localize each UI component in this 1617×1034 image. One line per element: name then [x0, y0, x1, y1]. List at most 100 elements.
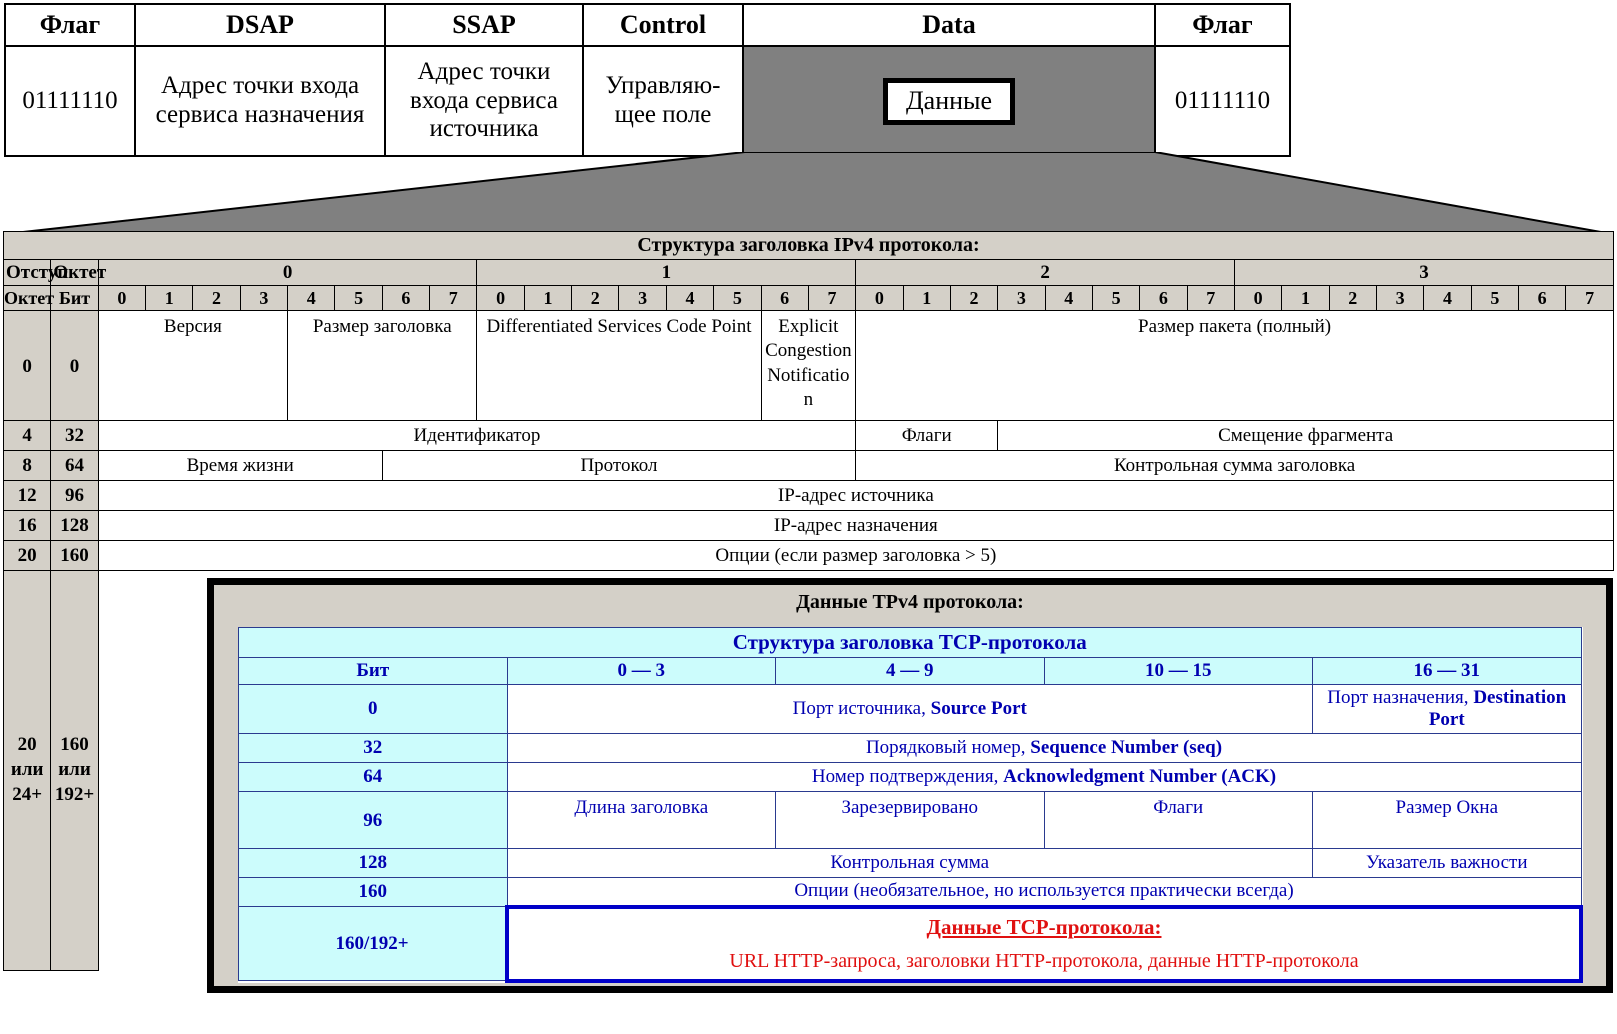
ipv4-bit-9: 1 [523, 285, 573, 311]
ipv4-field-version: Версия [97, 310, 289, 421]
ipv4-row-3: 12 96 IP-адрес источника [2, 480, 1615, 511]
ipv4-bit-22: 6 [1139, 285, 1188, 311]
ipv4-title: Структура заголовка IPv4 протокола: [3, 231, 1614, 260]
ipv4-row-2: 8 64 Время жизни Протокол Контрольная су… [2, 450, 1614, 481]
ipv4-bit-3: 3 [239, 285, 289, 311]
tcp-col-10-15: 10 — 15 [1043, 657, 1313, 685]
tcp-field-data-offset: Длина заголовка [506, 791, 776, 849]
tcp-field-dest-port: Порт назначения, Destination Port [1312, 684, 1582, 734]
ipv4-bit-14: 6 [760, 285, 809, 311]
tcp-field-ack-number-ru: Номер подтверждения, [811, 766, 1004, 787]
ipv4-field-ihl: Размер заголовка [287, 310, 478, 421]
diagram-canvas: Флаг DSAP SSAP Control Data Флаг 0111111… [0, 0, 1617, 1034]
tcp-title-row: Структура заголовка TCP-протокола [238, 627, 1582, 658]
tcp-table-title: Структура заголовка TCP-протокола [238, 627, 1582, 658]
ipv4-bit-19: 3 [997, 285, 1046, 311]
ipv4-bit-16: 0 [855, 285, 904, 311]
tcp-payload-box: Данные TPv4 протокола: Структура заголов… [207, 578, 1613, 993]
ipv4-bit-6: 6 [381, 285, 431, 311]
ipv4-bit-10: 2 [571, 285, 620, 311]
data-payload-chip: Данные [882, 77, 1016, 126]
ipv4-bit-12: 4 [665, 285, 715, 311]
tcp-row-payload: 160/192+ Данные TCP-протокола: URL HTTP-… [238, 904, 1583, 983]
ipv4-row5-bit: 160 [50, 540, 99, 571]
ipv4-corner-octet: Октет [50, 259, 106, 286]
tcp-payload-heading: Данные TCP-протокола: [926, 914, 1162, 939]
ipv4-octet-group-0: 0 [97, 259, 478, 286]
ipv4-payload-bit: 160 или 192+ [50, 570, 99, 971]
tcp-row-0: 0 Порт источника, Source Port Порт назна… [238, 684, 1582, 734]
ipv4-field-dst-address: IP-адрес назначения [97, 510, 1615, 541]
ipv4-bit-29: 5 [1470, 285, 1520, 311]
llc-body-row: 01111110 Адрес точки входа сервиса назна… [4, 45, 1291, 157]
tcp-row4-bit: 128 [238, 848, 508, 878]
ipv4-row-4: 16 128 IP-адрес назначения [2, 510, 1615, 541]
ipv4-field-flags: Флаги [855, 420, 999, 451]
ipv4-bit-21: 5 [1091, 285, 1141, 311]
ipv4-bit-4: 4 [287, 285, 336, 311]
ipv4-corner-offset: Отступ [2, 259, 68, 286]
tcp-field-sequence-number: Порядковый номер, Sequence Number (seq) [506, 733, 1582, 763]
ipv4-octet-group-2: 2 [855, 259, 1235, 286]
llc-cell-control: Управляю-щее поле [582, 45, 744, 157]
ipv4-field-src-address: IP-адрес источника [97, 480, 1615, 511]
ipv4-row1-offset: 4 [2, 420, 52, 451]
llc-cell-flag-right: 01111110 [1154, 45, 1291, 157]
tcp-field-ack-number-en: Acknowledgment Number (ACK) [1003, 766, 1277, 787]
tcp-field-tcp-options: Опции (необязательное, но используется п… [506, 877, 1582, 907]
ipv4-bit-17: 1 [902, 285, 951, 311]
ipv4-bit-26: 2 [1328, 285, 1377, 311]
ipv4-bit-8: 0 [476, 285, 525, 311]
tcp-header-table: Структура заголовка TCP-протокола Бит 0 … [238, 627, 1583, 983]
llc-header-flag-left: Флаг [4, 3, 136, 47]
tcp-row-4: 128 Контрольная сумма Указатель важности [238, 848, 1582, 878]
tcp-section-title: Данные TPv4 протокола: [796, 591, 1024, 613]
ipv4-field-ecn: Explicit Congestion Notificatio n [760, 310, 857, 421]
tcp-col-16-31: 16 — 31 [1312, 657, 1582, 685]
ipv4-field-fragment-offset: Смещение фрагмента [997, 420, 1614, 451]
ipv4-bit-2: 2 [192, 285, 241, 311]
tcp-row3-bit: 96 [238, 791, 508, 849]
tcp-field-sequence-number-ru: Порядковый номер, [865, 737, 1031, 758]
ipv4-row2-bit: 64 [50, 450, 99, 481]
tcp-row-1: 32 Порядковый номер, Sequence Number (se… [238, 733, 1582, 763]
ipv4-octet-group-row: Отступ Октет 0 1 2 3 [2, 259, 1615, 286]
ipv4-payload-offset: 20 или 24+ [2, 570, 52, 971]
tcp-col-4-9: 4 — 9 [775, 657, 1045, 685]
llc-header-ssap: SSAP [384, 3, 584, 47]
tcp-field-checksum: Контрольная сумма [506, 848, 1313, 878]
ipv4-bit-15: 7 [807, 285, 857, 311]
tcp-field-ack-number: Номер подтверждения, Acknowledgment Numb… [506, 762, 1582, 792]
tcp-row1-bit: 32 [238, 733, 508, 763]
tcp-colheader-row: Бит 0 — 3 4 — 9 10 — 15 16 — 31 [238, 657, 1582, 685]
ipv4-octet-group-3: 3 [1233, 259, 1615, 286]
tcp-field-dest-port-ru: Порт назначения, [1327, 687, 1474, 708]
ipv4-corner-octet2: Октет [2, 285, 54, 311]
llc-header-flag-right: Флаг [1154, 3, 1291, 47]
tcp-row0-bit: 0 [238, 684, 508, 734]
llc-header-data: Data [742, 3, 1156, 47]
ipv4-row-1: 4 32 Идентификатор Флаги Смещение фрагме… [2, 420, 1614, 451]
llc-cell-data: Данные [743, 45, 1155, 156]
llc-frame-table: Флаг DSAP SSAP Control Data Флаг 0111111… [4, 3, 1291, 157]
ipv4-row-5: 20 160 Опции (если размер заголовка > 5) [2, 540, 1615, 571]
ipv4-bit-0: 0 [97, 285, 147, 311]
tcp-row-2: 64 Номер подтверждения, Acknowledgment N… [238, 762, 1582, 792]
ipv4-field-protocol: Протокол [381, 450, 857, 481]
ipv4-row4-offset: 16 [2, 510, 52, 541]
ipv4-field-total-length: Размер пакета (полный) [855, 310, 1614, 421]
ipv4-bit-24: 0 [1233, 285, 1283, 311]
ipv4-field-header-checksum: Контрольная сумма заголовка [855, 450, 1614, 481]
ipv4-field-options: Опции (если размер заголовка > 5) [97, 540, 1615, 571]
ipv4-row0-bit: 0 [50, 310, 99, 421]
ipv4-bit-1: 1 [145, 285, 194, 311]
tcp-field-sequence-number-en: Sequence Number (seq) [1030, 737, 1223, 758]
ipv4-field-ttl: Время жизни [97, 450, 383, 481]
ipv4-bit-30: 6 [1517, 285, 1567, 311]
ipv4-title-row: Структура заголовка IPv4 протокола: [3, 231, 1614, 260]
tcp-col-bit: Бит [238, 657, 508, 685]
ipv4-bit-13: 5 [713, 285, 762, 311]
ipv4-bit-18: 2 [949, 285, 999, 311]
ipv4-bit-11: 3 [618, 285, 667, 311]
ipv4-row0-offset: 0 [2, 310, 52, 421]
